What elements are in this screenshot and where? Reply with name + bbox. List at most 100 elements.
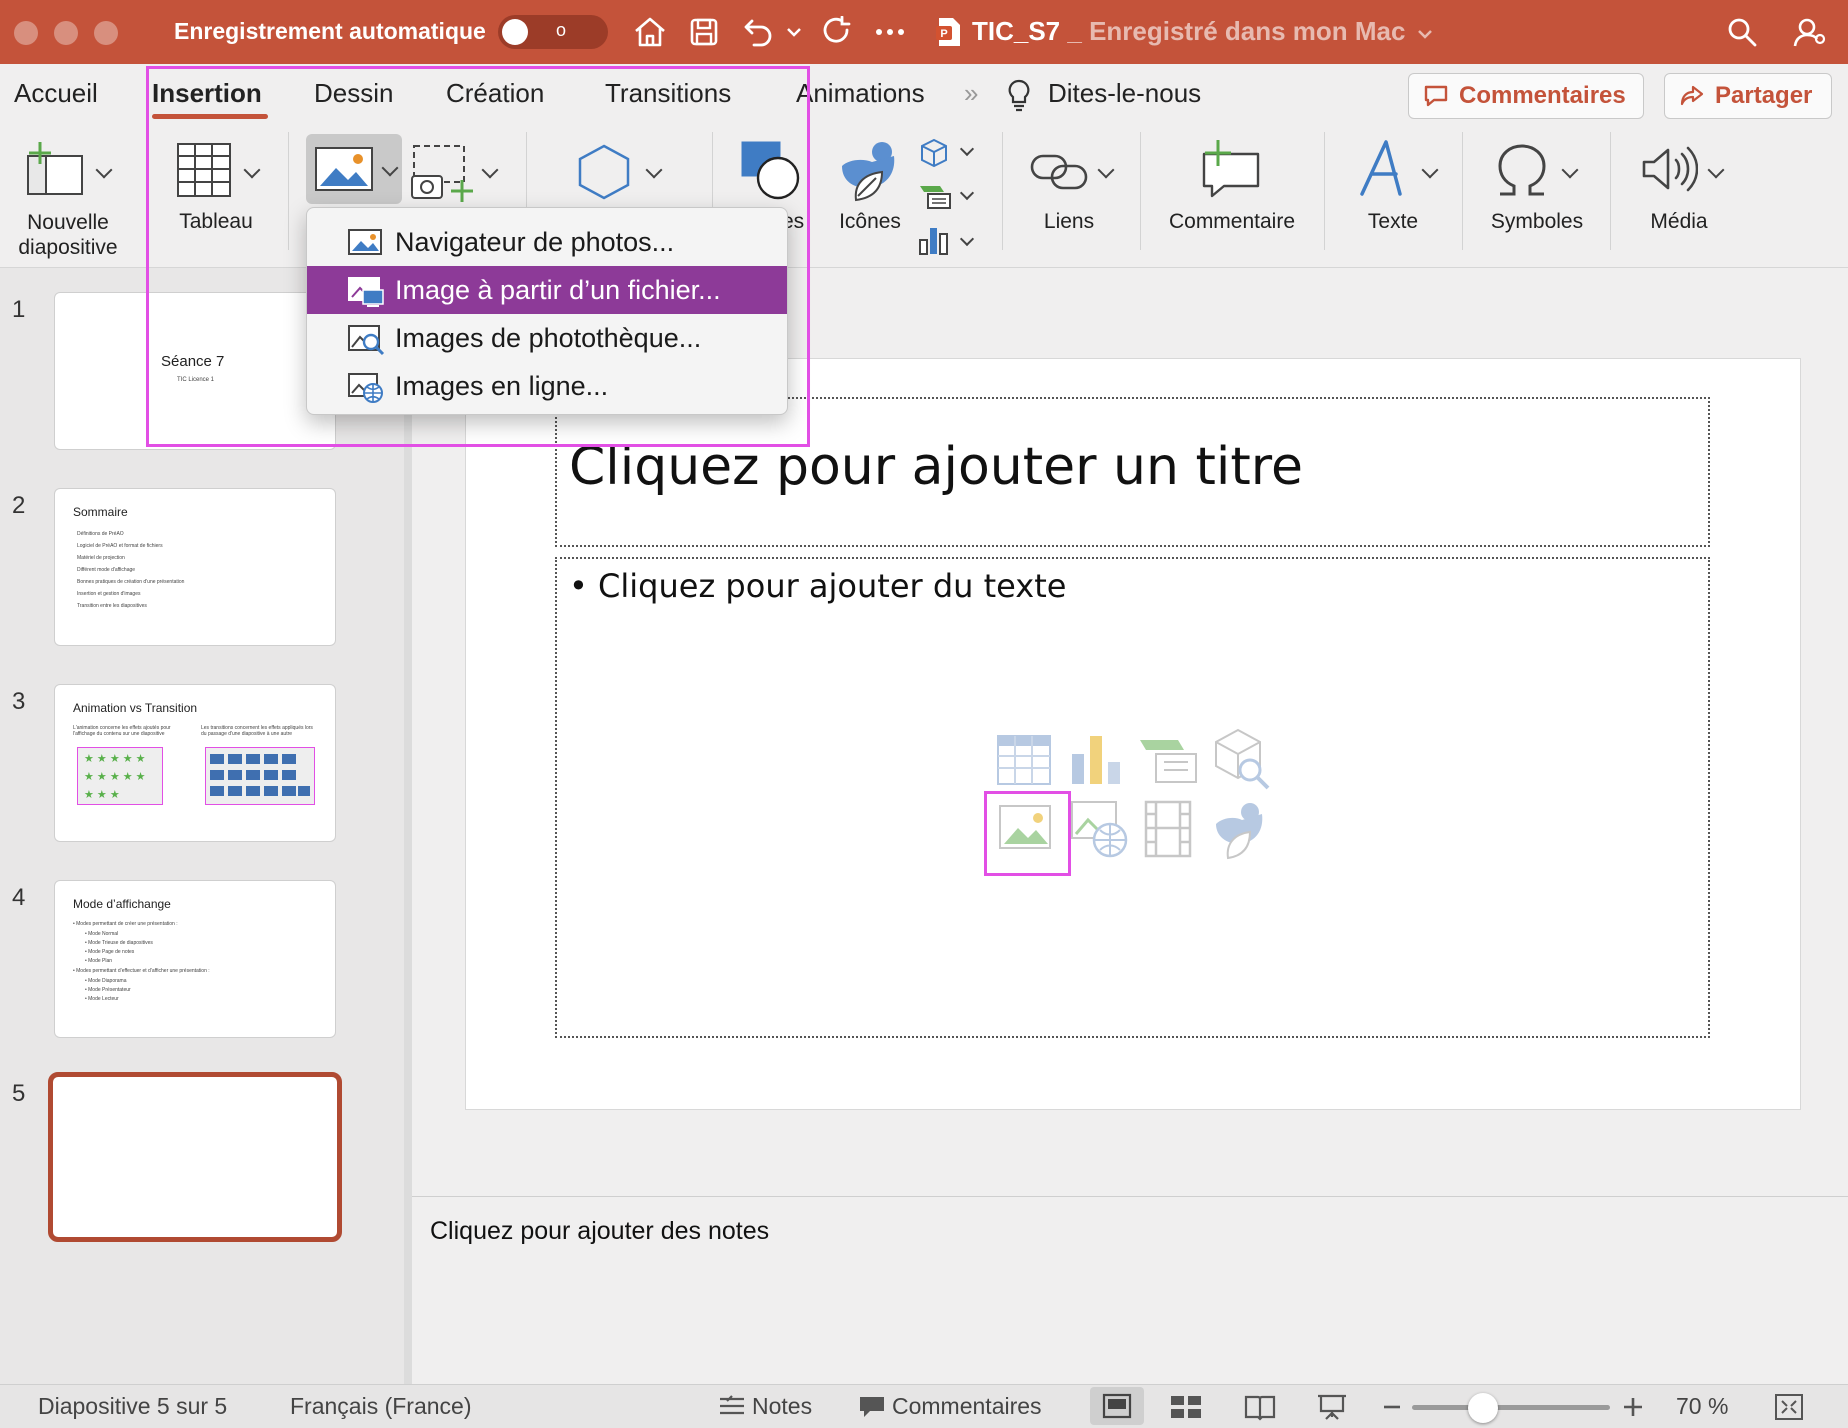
tab-animations[interactable]: Animations <box>796 78 925 109</box>
new-slide-icon[interactable] <box>18 138 88 203</box>
undo-icon[interactable] <box>738 12 778 52</box>
smartart-chevron-icon[interactable] <box>959 185 975 201</box>
zoom-window-button[interactable] <box>94 21 118 45</box>
document-title[interactable]: TIC_S7 _ Enregistré dans mon Mac <box>972 16 1433 47</box>
3d-cube-chevron-icon[interactable] <box>959 141 975 157</box>
table-chevron-icon[interactable] <box>243 161 261 179</box>
zoom-slider-handle[interactable] <box>1468 1393 1498 1423</box>
slide-thumbnail-5[interactable] <box>48 1072 342 1242</box>
insert-online-picture-icon[interactable] <box>1070 800 1130 858</box>
more-options-icon[interactable] <box>872 12 908 52</box>
normal-view-icon <box>1102 1393 1132 1419</box>
home-icon[interactable] <box>630 12 670 52</box>
comments-button[interactable]: Commentaires <box>1408 73 1644 119</box>
omega-symbol-icon[interactable] <box>1494 142 1550 203</box>
menu-item-online-pictures[interactable]: Images en ligne... <box>307 362 787 410</box>
powerpoint-file-icon: P <box>932 12 966 52</box>
sidebar-scrollbar[interactable] <box>404 268 412 1384</box>
insert-icons-icon[interactable] <box>1212 800 1270 862</box>
text-chevron-icon[interactable] <box>1421 161 1439 179</box>
search-icon[interactable] <box>1724 12 1760 52</box>
zoom-slider[interactable] <box>1412 1405 1610 1410</box>
close-window-button[interactable] <box>14 21 38 45</box>
svg-text:★ ★ ★ ★ ★: ★ ★ ★ ★ ★ <box>84 753 146 765</box>
text-icon[interactable] <box>1356 138 1412 205</box>
slide-sorter-view-icon[interactable] <box>1170 1395 1202 1424</box>
minimize-window-button[interactable] <box>54 21 78 45</box>
tab-accueil[interactable]: Accueil <box>14 78 98 109</box>
shapes-icon[interactable] <box>740 140 804 207</box>
picture-icon-highlight <box>984 791 1071 876</box>
symbols-chevron-icon[interactable] <box>1561 161 1579 179</box>
svg-text:P: P <box>940 28 947 40</box>
table-icon[interactable] <box>176 142 232 203</box>
links-label: Liens <box>1043 210 1095 233</box>
fit-to-window-icon[interactable] <box>1774 1393 1804 1426</box>
autosave-toggle[interactable]: o <box>498 15 608 49</box>
symbols-label: Symboles <box>1490 210 1584 233</box>
speaker-icon[interactable] <box>1640 144 1699 199</box>
insert-video-icon[interactable] <box>1144 800 1192 858</box>
reading-view-icon[interactable] <box>1244 1393 1276 1426</box>
tab-dessin[interactable]: Dessin <box>314 78 393 109</box>
media-chevron-icon[interactable] <box>1707 161 1725 179</box>
menu-item-photo-browser[interactable]: Navigateur de photos... <box>307 218 787 266</box>
active-tab-indicator <box>152 114 268 119</box>
comments-toggle-icon[interactable] <box>858 1395 886 1424</box>
text-label: Texte <box>1367 210 1419 233</box>
notes-toggle-button[interactable]: Notes <box>752 1393 812 1420</box>
more-tabs-icon[interactable]: » <box>964 78 978 109</box>
redo-icon[interactable] <box>816 12 856 52</box>
screenshot-chevron-icon[interactable] <box>481 161 499 179</box>
share-button[interactable]: Partager <box>1664 73 1832 119</box>
3d-cube-small-icon[interactable] <box>918 138 950 173</box>
normal-view-button[interactable] <box>1090 1387 1144 1425</box>
tab-transitions[interactable]: Transitions <box>605 78 731 109</box>
insert-3d-model-icon[interactable] <box>1214 728 1272 792</box>
language-indicator[interactable]: Français (France) <box>290 1393 471 1420</box>
slide-thumbnail-3[interactable]: Animation vs Transition L'animation conc… <box>54 684 336 842</box>
zoom-level[interactable]: 70 % <box>1676 1393 1728 1420</box>
notes-pane[interactable]: Cliquez pour ajouter des notes <box>412 1196 1848 1384</box>
share-icon <box>1680 85 1704 106</box>
3d-models-chevron-icon[interactable] <box>645 161 663 179</box>
table-label: Tableau <box>179 210 253 233</box>
new-comment-icon[interactable] <box>1198 138 1262 205</box>
title-placeholder[interactable]: Cliquez pour ajouter un titre <box>555 397 1710 547</box>
icons-icon[interactable] <box>838 138 902 209</box>
tab-creation[interactable]: Création <box>446 78 544 109</box>
3d-models-icon[interactable] <box>574 142 634 207</box>
svg-text:★ ★ ★ ★ ★: ★ ★ ★ ★ ★ <box>84 771 146 783</box>
tab-insertion[interactable]: Insertion <box>152 78 262 109</box>
tell-me-search[interactable]: Dites-le-nous <box>1048 78 1201 109</box>
chart-chevron-icon[interactable] <box>959 231 975 247</box>
slide-thumbnail-4[interactable]: Mode d’affichange • Modes permettant de … <box>54 880 336 1038</box>
smartart-icon[interactable] <box>918 182 952 215</box>
links-icon[interactable] <box>1030 148 1088 201</box>
comment-label: Commentaire <box>1168 210 1296 233</box>
chart-icon[interactable] <box>918 226 950 261</box>
links-chevron-icon[interactable] <box>1097 161 1115 179</box>
notes-toggle-icon[interactable] <box>718 1395 746 1424</box>
insert-chart-icon[interactable] <box>1070 734 1124 786</box>
comments-toggle-button[interactable]: Commentaires <box>892 1393 1042 1420</box>
menu-item-picture-from-file[interactable]: Image à partir d’un fichier... <box>307 266 787 314</box>
transition-effects-preview <box>205 747 315 805</box>
menu-item-stock-images[interactable]: Images de photothèque... <box>307 314 787 362</box>
slide-thumbnail-2[interactable]: Sommaire Définitions de PréAO Logiciel d… <box>54 488 336 646</box>
new-slide-chevron-icon[interactable] <box>95 161 113 179</box>
save-icon[interactable] <box>684 12 724 52</box>
undo-chevron-down-icon[interactable] <box>784 12 804 52</box>
lightbulb-icon <box>1006 78 1032 117</box>
pictures-button[interactable] <box>306 134 402 204</box>
slide-number: 4 <box>12 884 26 911</box>
zoom-out-icon[interactable] <box>1382 1395 1402 1424</box>
photo-browser-icon <box>348 229 382 255</box>
account-icon[interactable] <box>1790 12 1830 52</box>
slide-thumbnail-1[interactable]: Séance 7 TIC Licence 1 <box>54 292 336 450</box>
insert-table-icon[interactable] <box>996 734 1052 786</box>
slide-number: 2 <box>12 492 26 519</box>
screenshot-icon[interactable] <box>410 142 476 211</box>
slideshow-view-icon[interactable] <box>1316 1393 1348 1426</box>
zoom-in-icon[interactable] <box>1622 1395 1644 1424</box>
